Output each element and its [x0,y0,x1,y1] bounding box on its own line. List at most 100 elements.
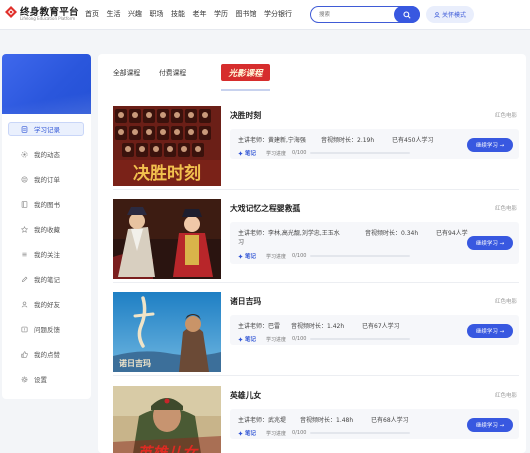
nav-credit-bank[interactable]: 学分银行 [264,9,292,19]
sidebar-item-label: 问题反馈 [34,326,60,334]
course-thumbnail[interactable]: 英雄儿女 [113,386,221,453]
note-link[interactable]: 笔记 [245,335,256,343]
search-box [310,6,420,23]
sidebar-item-label: 我的笔记 [34,276,60,284]
nav-interest[interactable]: 兴趣 [128,9,142,19]
course-learners: 已有450人学习 [392,137,434,144]
sidebar-item-label: 我的好友 [34,301,60,309]
course-learners: 已有94人学 [436,230,468,237]
nav-degree[interactable]: 学历 [214,9,228,19]
course-progress-row: 笔记 学习进度 0/100 [238,335,411,343]
course-panel: 全部课程 付费课程 光影课程 决胜时刻 决胜时刻 红色电影 主讲老师：黄建新,宁… [98,54,526,453]
care-mode-button[interactable]: 关怀模式 [426,6,474,23]
sidebar-item-following[interactable]: 我的关注 [8,247,84,261]
nav-workplace[interactable]: 职场 [150,9,164,19]
course-poster-image: 英雄儿女 [113,386,221,453]
course-info-box: 主讲老师：黄建新,宁海强 音视频时长：2.19h 已有450人学习 笔记 学习进… [230,129,519,159]
progress-bar [310,255,411,257]
nav-home[interactable]: 首页 [85,9,99,19]
sidebar-item-label: 设置 [34,376,47,384]
course-teacher: 主讲老师：李林,高光靓,刘学忠,王玉水 [238,230,340,237]
course-title[interactable]: 大戏记忆之程婴救孤 [230,203,300,214]
search-input[interactable] [319,10,391,20]
sidebar-item-orders[interactable]: 我的订单 [8,172,84,186]
progress-value: 0/100 [292,150,307,156]
sidebar-item-books[interactable]: 我的图书 [8,197,84,211]
care-mode-label: 关怀模式 [441,12,466,19]
poster-title-text: 英雄儿女 [136,444,199,453]
course-learners: 已有67人学习 [362,323,400,330]
continue-learning-button[interactable]: 继续学习 → [467,418,513,432]
note-icon [238,150,243,156]
course-item: 决胜时刻 决胜时刻 红色电影 主讲老师：黄建新,宁海强 音视频时长：2.19h … [113,106,519,190]
sidebar-item-label: 我的收藏 [34,226,60,234]
pen-icon [18,276,30,283]
course-item: 大戏记忆之程婴救孤 红色电影 主讲老师：李林,高光靓,刘学忠,王玉水 习 音视频… [113,199,519,283]
course-teacher: 主讲老师：武兆堤 [238,417,287,424]
note-icon [238,336,243,342]
course-poster-image: 诺日吉玛 [113,292,221,372]
user-icon [434,11,440,18]
course-progress-row: 笔记 学习进度 0/100 [238,252,411,260]
thumbs-up-icon [18,350,30,358]
order-icon [18,176,30,183]
gear-icon [18,376,30,383]
course-title[interactable]: 英雄儿女 [230,390,261,401]
sidebar-item-favorites[interactable]: 我的收藏 [8,222,84,236]
sidebar-item-label: 我的动态 [34,151,60,159]
course-category: 红色电影 [494,299,517,305]
course-poster-image: 决胜时刻 [113,106,221,186]
tab-light-shadow-courses[interactable]: 光影课程 [221,64,270,81]
progress-value: 0/100 [292,253,307,259]
course-thumbnail[interactable]: 决胜时刻 [113,106,221,186]
note-link[interactable]: 笔记 [245,149,256,157]
sidebar-item-activity[interactable]: 我的动态 [8,147,84,161]
progress-label: 学习进度 [266,430,287,437]
sidebar-item-notes[interactable]: 我的笔记 [8,272,84,286]
platform-logo-icon[interactable] [4,5,18,19]
note-icon [238,430,243,436]
search-button[interactable] [394,6,420,23]
follow-icon [18,251,30,258]
sidebar-item-feedback[interactable]: 问题反馈 [8,322,84,336]
nav-elderly[interactable]: 老年 [193,9,207,19]
sidebar-item-likes[interactable]: 我的点赞 [8,347,84,361]
course-duration: 音视频时长：1.48h [300,417,354,424]
nav-library[interactable]: 图书馆 [236,9,257,19]
tab-paid-courses[interactable]: 付费课程 [159,67,186,77]
course-category: 红色电影 [494,206,517,212]
progress-value: 0/100 [292,336,307,342]
sidebar-item-study-records[interactable]: 学习记录 [8,122,84,136]
course-thumbnail[interactable]: 诺日吉玛 [113,292,221,372]
sidebar-item-friends[interactable]: 我的好友 [8,297,84,311]
course-info-box: 主讲老师：武兆堤 音视频时长：1.48h 已有68人学习 笔记 学习进度 0/1… [230,409,519,439]
star-icon [18,225,30,233]
book-icon [18,200,30,208]
course-tabs: 全部课程 付费课程 光影课程 [113,64,513,91]
continue-learning-button[interactable]: 继续学习 → [467,324,513,338]
note-link[interactable]: 笔记 [245,429,256,437]
course-duration: 音视频时长：1.42h [291,323,345,330]
feedback-icon [18,326,30,333]
sidebar-item-settings[interactable]: 设置 [8,372,84,386]
continue-learning-button[interactable]: 继续学习 → [467,138,513,152]
course-progress-row: 笔记 学习进度 0/100 [238,149,411,157]
user-profile-banner [2,54,91,114]
sidebar-item-label: 我的图书 [34,201,60,209]
course-learners: 已有68人学习 [371,417,409,424]
course-teacher: 主讲老师：巴雷 [238,323,281,330]
course-thumbnail[interactable] [113,199,221,279]
nav-life[interactable]: 生活 [107,9,121,19]
course-item: 英雄儿女 英雄儿女 红色电影 主讲老师：武兆堤 音视频时长：1.48h 已有68… [113,386,519,453]
nav-skills[interactable]: 技能 [171,9,185,19]
progress-label: 学习进度 [266,253,287,260]
sidebar-item-label: 我的订单 [34,176,60,184]
course-title[interactable]: 诸日吉玛 [230,296,261,307]
note-icon [238,253,243,259]
note-link[interactable]: 笔记 [245,252,256,260]
search-icon [403,10,411,19]
tab-all-courses[interactable]: 全部课程 [113,67,140,77]
course-title[interactable]: 决胜时刻 [230,110,261,121]
continue-learning-button[interactable]: 继续学习 → [467,236,513,250]
progress-label: 学习进度 [266,150,287,157]
